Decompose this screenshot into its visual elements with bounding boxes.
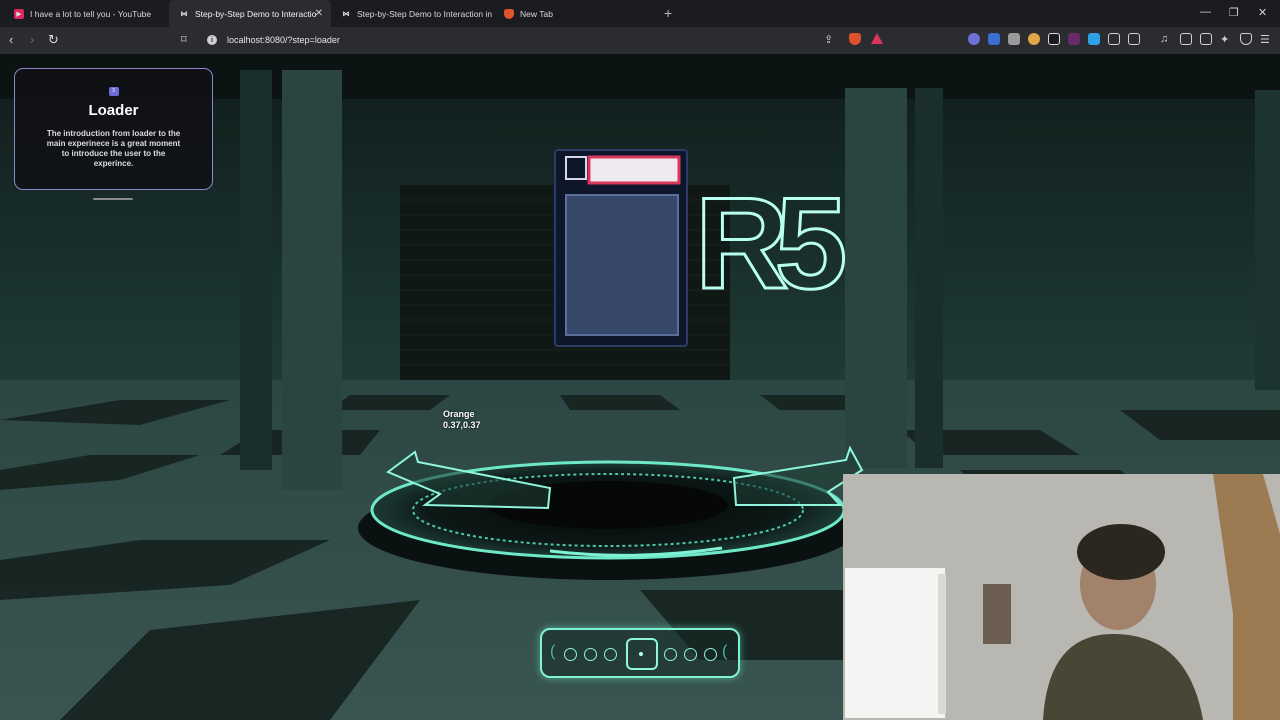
step-title: Loader — [88, 102, 139, 119]
pillar — [1255, 90, 1280, 390]
close-icon[interactable]: ✕ — [315, 8, 323, 19]
r5-neon-logo: R5 — [695, 170, 844, 316]
extension-icon[interactable] — [968, 33, 980, 45]
extension-icon[interactable] — [1128, 33, 1140, 45]
cam-window — [845, 568, 945, 718]
step-dot[interactable] — [704, 648, 717, 661]
music-icon[interactable]: ♫ — [1160, 33, 1172, 45]
site-info-icon[interactable]: i — [207, 35, 217, 45]
menu-icon[interactable]: ☰ — [1260, 33, 1272, 46]
tab-title: I have a lot to tell you - YouTube — [30, 8, 152, 19]
extension-icon[interactable] — [1048, 33, 1060, 45]
leo-icon[interactable]: ✦ — [1220, 33, 1232, 46]
restore-button[interactable]: ❐ — [1229, 6, 1239, 19]
object-label-name: Orange — [443, 409, 475, 419]
app-icon: ⋈ — [342, 10, 350, 18]
step-description: The introduction from loader to the main… — [46, 129, 181, 168]
step-dot[interactable] — [604, 648, 617, 661]
reload-button[interactable]: ↻ — [48, 32, 59, 48]
step-navigator: ( ( — [540, 628, 740, 678]
tab-title: Step-by-Step Demo to Interactio — [195, 8, 317, 19]
object-label-coords: 0.37,0.37 — [443, 420, 481, 430]
cam-person-hair — [1077, 524, 1165, 580]
bookmark-icon[interactable]: ⌑ — [181, 32, 187, 48]
object-label: Orange 0.37,0.37 — [443, 409, 481, 431]
machine-screen — [565, 194, 679, 336]
card-indicator-bar — [93, 198, 133, 200]
app-icon: ⋈ — [180, 10, 188, 18]
tab-title: Step-by-Step Demo to Interaction in — [357, 8, 493, 19]
step-card: 3 Loader The introduction from loader to… — [14, 68, 213, 190]
extension-icon[interactable] — [1008, 33, 1020, 45]
step-dot[interactable] — [664, 648, 677, 661]
minimize-button[interactable]: — — [1200, 6, 1211, 18]
tab-title: New Tab — [520, 8, 553, 19]
step-dot-current-marker — [639, 652, 643, 656]
forward-button[interactable]: › — [30, 32, 34, 48]
cam-window-frame — [938, 574, 946, 714]
webcam-image — [843, 474, 1280, 720]
share-icon[interactable]: ⇪ — [824, 32, 833, 48]
webcam-overlay — [843, 474, 1280, 720]
wallet-icon[interactable] — [1200, 33, 1212, 45]
extension-icon[interactable] — [988, 33, 1000, 45]
puzzle-icon[interactable] — [1108, 33, 1120, 45]
address-bar[interactable]: i localhost:8080/?step=loader — [200, 31, 888, 49]
chevron-left-icon[interactable]: ( — [550, 643, 555, 661]
cam-shelf — [983, 584, 1011, 644]
vpn-icon[interactable] — [1240, 33, 1252, 45]
extension-icon[interactable] — [1088, 33, 1100, 45]
tab-step-demo[interactable]: ⋈ Step-by-Step Demo to Interaction in — [331, 0, 494, 27]
brave-shield-icon[interactable] — [849, 33, 861, 45]
pillar — [240, 70, 272, 470]
back-button[interactable]: ‹ — [9, 32, 13, 48]
step-dot[interactable] — [684, 648, 697, 661]
extension-icon[interactable] — [1068, 33, 1080, 45]
machine-sign — [587, 155, 681, 185]
url-text: localhost:8080/?step=loader — [227, 35, 340, 45]
step-dot[interactable] — [584, 648, 597, 661]
brave-rewards-icon[interactable] — [871, 33, 883, 44]
tab-new-tab[interactable]: New Tab — [494, 0, 654, 27]
tab-strip: ▶ I have a lot to tell you - YouTube ⋈ S… — [0, 0, 1280, 27]
pillar — [915, 88, 943, 468]
new-tab-button[interactable]: + — [664, 5, 672, 21]
chevron-right-icon[interactable]: ( — [722, 643, 727, 661]
sidebar-icon[interactable] — [1180, 33, 1192, 45]
youtube-icon: ▶ — [14, 8, 24, 19]
brave-icon — [504, 8, 514, 19]
tab-step-demo-active[interactable]: ⋈ Step-by-Step Demo to Interactio ✕ — [169, 0, 331, 27]
pillar — [282, 70, 342, 490]
step-dot[interactable] — [564, 648, 577, 661]
pillar — [845, 88, 907, 468]
step-badge: 3 — [108, 87, 119, 96]
tab-youtube[interactable]: ▶ I have a lot to tell you - YouTube — [4, 0, 169, 27]
extension-icon[interactable] — [1028, 33, 1040, 45]
close-window-button[interactable]: ✕ — [1258, 6, 1267, 19]
